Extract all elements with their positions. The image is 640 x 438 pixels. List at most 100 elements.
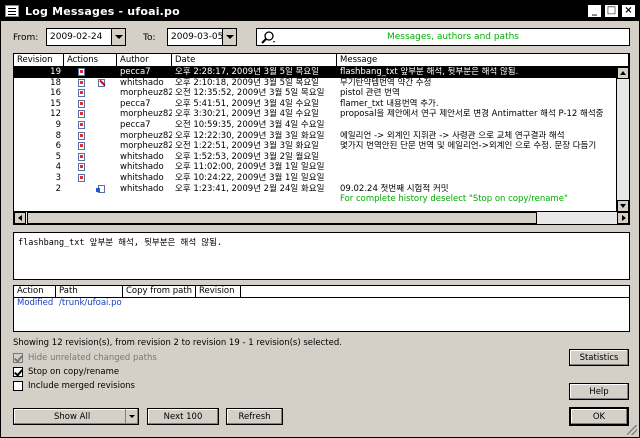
path-revision bbox=[196, 298, 241, 309]
include-merged-checkbox[interactable]: Include merged revisions bbox=[13, 381, 135, 391]
to-date-picker[interactable]: 2009-03-05 bbox=[167, 28, 237, 46]
column-header-actions[interactable]: Actions bbox=[64, 54, 117, 67]
window-controls: _ □ × bbox=[587, 4, 636, 18]
message-cell bbox=[337, 162, 617, 173]
show-all-button[interactable]: Show All bbox=[13, 408, 139, 425]
date-cell: 오후 3:30:21, 2009년 3월 4일 수요일 bbox=[175, 109, 319, 120]
horizontal-scrollbar[interactable] bbox=[14, 211, 629, 224]
author-cell: morpheuz82 bbox=[120, 109, 172, 120]
date-cell: 오후 10:24:22, 2009년 3월 1일 일요일 bbox=[175, 172, 325, 183]
checkbox-checked-icon[interactable] bbox=[13, 353, 23, 363]
scroll-thumb[interactable] bbox=[27, 212, 537, 224]
resize-grip-icon[interactable] bbox=[627, 425, 637, 435]
help-button[interactable]: Help bbox=[569, 383, 629, 400]
log-messages-window: Log Messages - ufoai.po _ □ × From: 2009… bbox=[0, 0, 640, 438]
scroll-up-icon[interactable] bbox=[617, 67, 629, 79]
scroll-right-icon[interactable] bbox=[617, 212, 629, 224]
search-input[interactable] bbox=[279, 30, 627, 44]
table-row[interactable]: 8 morpheuz82 오후 12:22:30, 2009년 3월 3일 화요일 에… bbox=[14, 131, 617, 142]
log-message-text[interactable]: flashbang_txt 앞부분 해석, 뒷부분은 해석 않됨. bbox=[13, 232, 630, 280]
title-bar[interactable]: Log Messages - ufoai.po _ □ × bbox=[1, 1, 639, 21]
message-cell bbox=[337, 152, 617, 163]
revision-log-table[interactable]: Revision Actions Author Date Message 19 p… bbox=[13, 53, 630, 225]
close-button[interactable]: × bbox=[621, 4, 636, 18]
revision-cell: 15 bbox=[50, 98, 61, 109]
column-header-message[interactable]: Message bbox=[337, 54, 629, 67]
table-row[interactable]: For complete history deselect "Stop on c… bbox=[14, 194, 617, 205]
column-header-action[interactable]: Action bbox=[14, 286, 56, 297]
column-header-date[interactable]: Date bbox=[172, 54, 337, 67]
revision-cell: 6 bbox=[55, 141, 61, 152]
date-cell: 오후 1:52:53, 2009년 3월 2일 월요일 bbox=[175, 151, 319, 162]
author-cell: morpheuz82 bbox=[120, 130, 172, 141]
checkbox-unchecked-icon[interactable] bbox=[13, 381, 23, 391]
table-row[interactable]: 5 whitshado 오후 1:52:53, 2009년 3월 2일 월요일 bbox=[14, 152, 617, 163]
window-title: Log Messages - ufoai.po bbox=[25, 4, 180, 18]
chevron-down-icon[interactable] bbox=[222, 29, 236, 45]
revision-cell: 9 bbox=[55, 119, 61, 130]
chevron-down-icon[interactable] bbox=[111, 29, 125, 45]
from-date-picker[interactable]: 2009-02-24 bbox=[46, 28, 126, 46]
modified-file-icon bbox=[78, 68, 85, 76]
message-cell: flashbang_txt 앞부분 해석, 뒷부분은 해석 않됨. bbox=[340, 67, 519, 77]
revision-cell: 3 bbox=[55, 172, 61, 183]
revision-cell: 4 bbox=[55, 162, 61, 173]
date-cell: 오전 12:35:52, 2009년 3월 5일 목요일 bbox=[175, 88, 325, 99]
table-row[interactable]: 12 morpheuz82 오후 3:30:21, 2009년 3월 4일 수요일 p… bbox=[14, 109, 617, 120]
vertical-scrollbar[interactable] bbox=[616, 67, 629, 212]
column-header-path[interactable]: Path bbox=[56, 286, 123, 297]
revision-cell: 8 bbox=[55, 130, 61, 141]
table-row[interactable]: 3 whitshado 오후 10:24:22, 2009년 3월 1일 일요일 bbox=[14, 173, 617, 184]
message-cell: 몇가지 번역안된 단문 번역 및 에일리언->외계인 으로 수정. 문장 다듬기 bbox=[340, 141, 597, 152]
date-cell: 오전 10:59:35, 2009년 3월 4일 수요일 bbox=[175, 119, 325, 130]
table-row[interactable]: 2 whitshado 오후 1:23:41, 2009년 2월 24일 화요일 09… bbox=[14, 184, 617, 195]
table-row[interactable]: 15 pecca7 오후 5:41:51, 2009년 3월 4일 수요일 flame… bbox=[14, 99, 617, 110]
message-cell bbox=[337, 173, 617, 184]
table-row[interactable]: 6 morpheuz82 오전 1:22:51, 2009년 3월 3일 화요일 몇가… bbox=[14, 141, 617, 152]
paths-table-header: Action Path Copy from path Revision bbox=[14, 286, 629, 298]
modified-file-icon bbox=[78, 131, 85, 140]
actions-cell bbox=[64, 194, 117, 205]
column-header-revision[interactable]: Revision bbox=[196, 286, 241, 297]
maximize-button[interactable]: □ bbox=[604, 4, 619, 18]
table-row[interactable]: Modified /trunk/ufoai.po bbox=[14, 298, 629, 309]
minimize-button[interactable]: _ bbox=[587, 4, 602, 18]
date-cell: 오전 1:22:51, 2009년 3월 3일 화요일 bbox=[175, 141, 319, 152]
checkbox-checked-icon[interactable] bbox=[13, 367, 23, 377]
from-label: From: bbox=[13, 33, 39, 43]
changed-paths-table[interactable]: Action Path Copy from path Revision Modi… bbox=[13, 285, 630, 332]
actions-cell bbox=[64, 131, 117, 142]
table-row[interactable]: 4 whitshado 오후 11:02:00, 2009년 3월 1일 일요일 bbox=[14, 162, 617, 173]
message-cell: 09.02.24 첫번째 시험적 커밋 bbox=[340, 183, 449, 194]
actions-cell bbox=[64, 120, 117, 131]
column-header-author[interactable]: Author bbox=[117, 54, 172, 67]
column-header-copy-from[interactable]: Copy from path bbox=[123, 286, 196, 297]
table-row[interactable]: 18 whitshado 오후 2:10:18, 2009년 3월 5일 목요일 무기… bbox=[14, 78, 617, 89]
table-row[interactable]: 16 morpheuz82 오전 12:35:52, 2009년 3월 5일 목요일… bbox=[14, 88, 617, 99]
log-rows: 19 pecca7 오후 2:28:17, 2009년 3월 5일 목요일 flash… bbox=[14, 67, 617, 205]
hide-unrelated-label: Hide unrelated changed paths bbox=[28, 353, 157, 363]
date-cell: 오후 2:28:17, 2009년 3월 5일 목요일 bbox=[175, 67, 319, 77]
hide-unrelated-checkbox[interactable]: Hide unrelated changed paths bbox=[13, 353, 157, 363]
chevron-down-icon[interactable] bbox=[125, 409, 138, 424]
date-cell: 오후 11:02:00, 2009년 3월 1일 일요일 bbox=[175, 162, 325, 173]
message-cell: pistol 관련 번역 bbox=[340, 88, 400, 99]
revision-cell: 16 bbox=[50, 88, 61, 99]
column-header-revision[interactable]: Revision bbox=[14, 54, 64, 67]
search-icon[interactable] bbox=[259, 30, 277, 45]
modified-file-icon bbox=[78, 142, 85, 151]
statistics-button[interactable]: Statistics bbox=[569, 349, 629, 366]
table-row[interactable]: 19 pecca7 오후 2:28:17, 2009년 3월 5일 목요일 flash… bbox=[14, 67, 617, 78]
author-cell: pecca7 bbox=[120, 98, 151, 109]
ok-button[interactable]: OK bbox=[569, 407, 629, 426]
message-cell: 무기탄약템번역 약간 수정 bbox=[340, 77, 432, 88]
search-box[interactable] bbox=[256, 28, 630, 46]
stop-on-copy-checkbox[interactable]: Stop on copy/rename bbox=[13, 367, 119, 377]
table-row[interactable]: 9 pecca7 오전 10:59:35, 2009년 3월 4일 수요일 bbox=[14, 120, 617, 131]
from-date-value: 2009-02-24 bbox=[50, 32, 103, 42]
scroll-left-icon[interactable] bbox=[14, 212, 26, 224]
actions-cell bbox=[64, 78, 117, 89]
refresh-button[interactable]: Refresh bbox=[226, 408, 283, 425]
next-100-button[interactable]: Next 100 bbox=[147, 408, 219, 425]
log-table-header: Revision Actions Author Date Message bbox=[14, 54, 629, 67]
